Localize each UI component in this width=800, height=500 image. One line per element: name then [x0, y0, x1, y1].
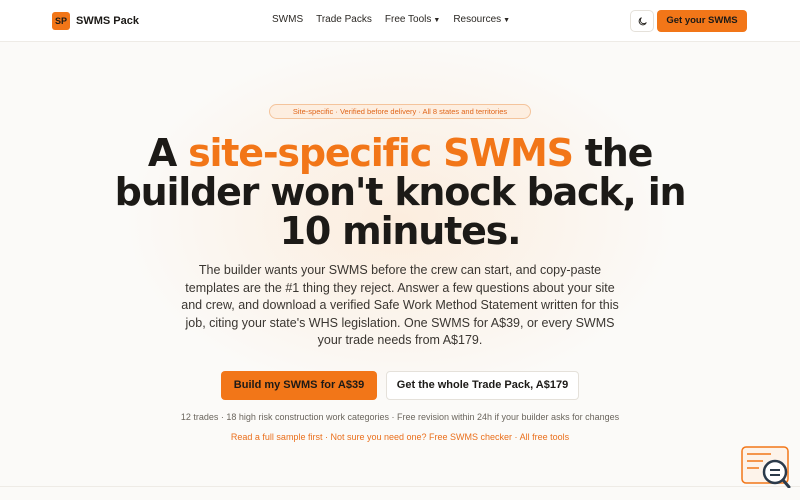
chevron-down-icon: ▼ [433, 17, 441, 24]
nav-swms[interactable]: SWMS [272, 14, 303, 25]
brand-name: SWMS Pack [76, 15, 139, 27]
nav-resources[interactable]: Resources ▼ [453, 14, 510, 25]
section-divider [0, 486, 800, 487]
brand-logo[interactable]: SP SWMS Pack [52, 12, 139, 30]
hero-meta: 12 trades · 18 high risk construction wo… [180, 412, 620, 422]
chat-widget-button[interactable] [741, 446, 791, 489]
search-chat-icon [741, 446, 791, 489]
main-nav: SWMS Trade Packs Free Tools ▼ Resources ▼ [272, 14, 523, 25]
nav-free-tools[interactable]: Free Tools ▼ [385, 14, 440, 25]
swms-checker-link[interactable]: Not sure you need one? Free SWMS checker [330, 432, 512, 442]
build-swms-button[interactable]: Build my SWMS for A$39 [221, 371, 377, 400]
hero-title: A site-specific SWMS the builder won't k… [100, 134, 700, 251]
theme-toggle-button[interactable] [630, 10, 654, 32]
get-swms-button[interactable]: Get your SWMS [657, 10, 747, 32]
trade-pack-button[interactable]: Get the whole Trade Pack, A$179 [386, 371, 579, 400]
logo-mark: SP [52, 12, 70, 30]
moon-icon [638, 16, 647, 25]
site-header: SP SWMS Pack SWMS Trade Packs Free Tools… [0, 0, 800, 42]
hero-lead: The builder wants your SWMS before the c… [181, 263, 619, 347]
sample-link[interactable]: Read a full sample first [231, 432, 323, 442]
hero-badge: Site-specific · Verified before delivery… [269, 104, 531, 119]
hero-links: Read a full sample first · Not sure you … [100, 432, 700, 442]
title-part1: A [147, 131, 189, 175]
title-accent: site-specific SWMS [188, 131, 574, 175]
nav-trade-packs[interactable]: Trade Packs [316, 14, 372, 25]
free-tools-link[interactable]: All free tools [520, 432, 570, 442]
chevron-down-icon: ▼ [503, 17, 511, 24]
link-separator: · [512, 432, 520, 442]
